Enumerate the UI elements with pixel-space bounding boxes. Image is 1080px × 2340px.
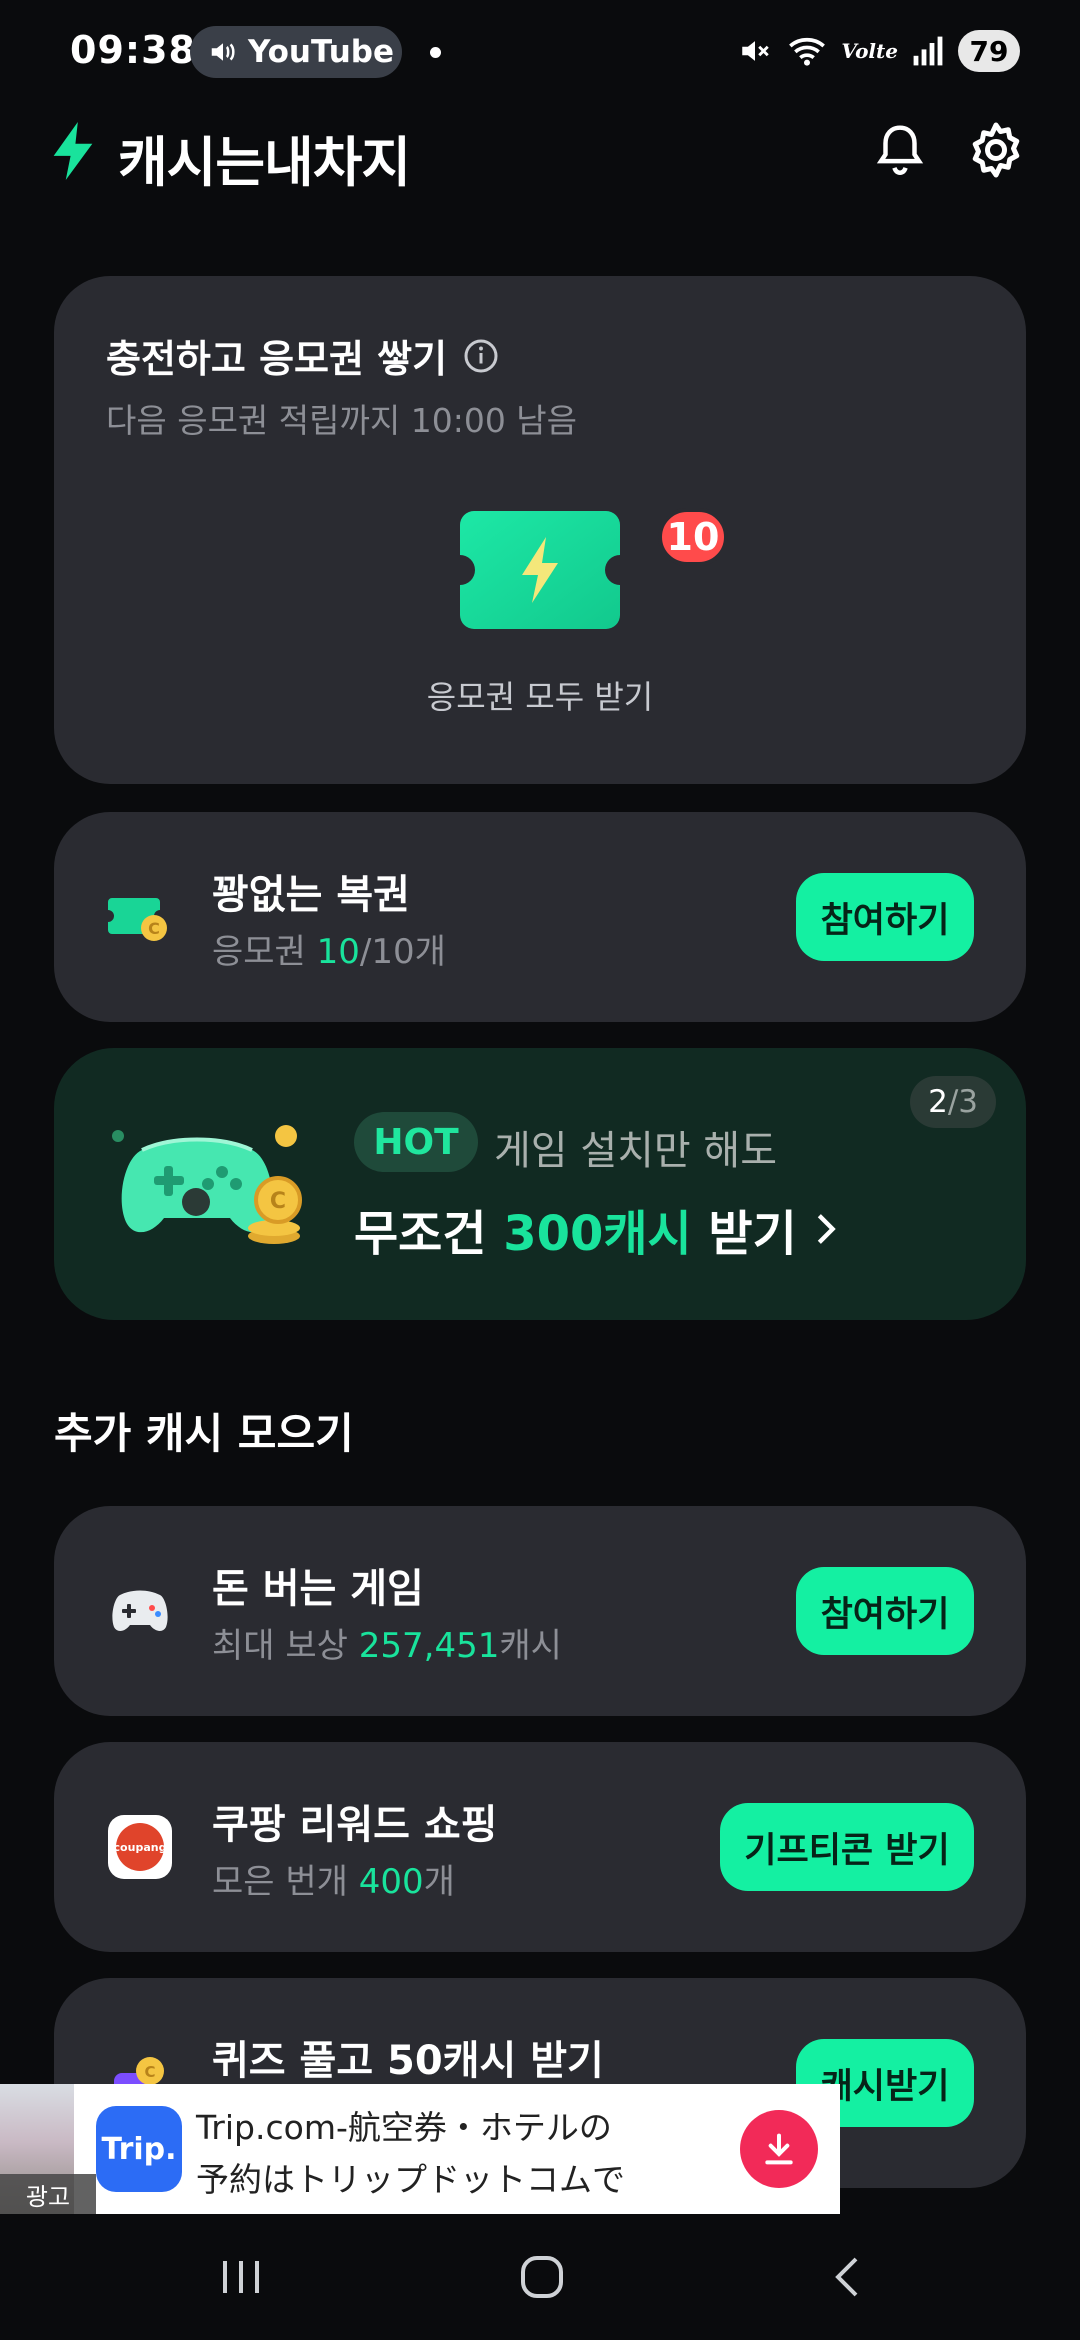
ad-banner[interactable]: 광고 Trip. Trip.com-航空券・ホテルの 予約はトリップドットコムで: [0, 2084, 840, 2214]
battery-level: 79: [958, 30, 1020, 72]
media-indicator[interactable]: YouTube: [190, 26, 402, 78]
coupang-sub-suffix: 개: [423, 1862, 455, 1902]
ticket-icon: [460, 511, 620, 629]
recent-apps-button[interactable]: [202, 2244, 282, 2310]
status-icons: Volte 79: [737, 30, 1020, 72]
money-game-sub-prefix: 최대 보상: [212, 1626, 359, 1666]
info-icon[interactable]: [463, 338, 499, 374]
money-game-join-button[interactable]: 참여하기: [796, 1567, 974, 1655]
ad-logo: Trip.: [96, 2106, 182, 2192]
money-game-subtitle: 최대 보상 257,451캐시: [212, 1618, 562, 1667]
money-game-sub-suffix: 캐시: [499, 1626, 562, 1666]
money-game-max-reward: 257,451: [358, 1626, 500, 1666]
ad-label: 광고: [0, 2174, 96, 2214]
notifications-button[interactable]: [868, 118, 932, 182]
coupang-icon-text: coupang: [114, 1841, 167, 1854]
mute-icon: [742, 41, 770, 61]
lottery-title: 꽝없는 복권: [212, 872, 410, 918]
banner-page-total: /3: [947, 1084, 978, 1120]
svg-text:C: C: [144, 2063, 155, 2081]
recent-apps-icon: [223, 2261, 259, 2293]
banner-line1: 게임 설치만 해도: [494, 1128, 778, 1174]
charge-card-title-row: 충전하고 응모권 쌓기: [106, 328, 499, 383]
notification-dot: [430, 47, 441, 58]
coupang-bolt-count: 400: [358, 1862, 424, 1902]
media-app-name: YouTube: [248, 34, 394, 70]
charge-card-subtitle: 다음 응모권 적립까지 10:00 남음: [106, 401, 578, 440]
coupang-subtitle: 모은 번개 400개: [212, 1854, 455, 1903]
signal-icon: [913, 36, 943, 66]
speaker-icon: [211, 43, 235, 61]
ticket-caption[interactable]: 응모권 모두 받기: [54, 672, 1026, 718]
svg-text:C: C: [148, 919, 160, 938]
ticket-button[interactable]: [460, 511, 620, 629]
ad-line1: Trip.com-航空券・ホテルの: [196, 2108, 612, 2147]
app-header: 캐시는내차지: [0, 110, 1080, 194]
lottery-sub-suffix: /10개: [359, 932, 446, 972]
back-icon: [835, 2257, 858, 2297]
lottery-sub-prefix: 응모권: [212, 932, 317, 972]
home-button[interactable]: [502, 2244, 582, 2310]
home-icon: [521, 2256, 563, 2298]
network-label: Volte: [841, 39, 898, 63]
banner-page-indicator: 2/3: [910, 1076, 996, 1128]
coupang-icon: coupang: [106, 1813, 174, 1881]
banner-line2-accent: 300캐시: [503, 1206, 692, 1262]
chevron-right-icon: [817, 1214, 836, 1244]
settings-button[interactable]: [964, 118, 1028, 182]
gifticon-button[interactable]: 기프티콘 받기: [720, 1803, 974, 1891]
ad-text: Trip.com-航空券・ホテルの 予約はトリップドットコムで: [196, 2102, 625, 2206]
system-nav-bar: [0, 2214, 1080, 2340]
lottery-ticket-current: 10: [316, 932, 360, 972]
bell-icon: [876, 125, 924, 175]
promo-banner[interactable]: C 2/3 HOT 게임 설치만 해도 무조건 300캐시 받기: [54, 1048, 1026, 1320]
ad-download-button[interactable]: [740, 2110, 818, 2188]
banner-line2-suffix: 받기: [691, 1206, 797, 1262]
quiz-title: 퀴즈 풀고 50캐시 받기: [212, 2038, 604, 2084]
lottery-ticket-icon: C: [106, 883, 174, 951]
extra-cash-section-title: 추가 캐시 모으기: [54, 1409, 354, 1458]
back-button[interactable]: [806, 2244, 886, 2310]
gamepad-icon: [106, 1577, 174, 1645]
app-title: 캐시는내차지: [118, 131, 411, 194]
coupang-title: 쿠팡 리워드 쇼핑: [212, 1802, 498, 1848]
charge-card-title: 충전하고 응모권 쌓기: [106, 337, 448, 381]
coupang-card: coupang 쿠팡 리워드 쇼핑 모은 번개 400개 기프티콘 받기: [54, 1742, 1026, 1952]
status-bar: 09:38 YouTube Volte 79: [0, 0, 1080, 104]
charge-tickets-card: 충전하고 응모권 쌓기 다음 응모권 적립까지 10:00 남음 10 응모권 …: [54, 276, 1026, 784]
lottery-subtitle: 응모권 10/10개: [212, 924, 446, 973]
gear-icon: [972, 122, 1020, 178]
gamepad-coins-illustration: C: [112, 1125, 302, 1244]
hot-badge: HOT: [354, 1112, 478, 1172]
coupang-sub-prefix: 모은 번개: [212, 1862, 359, 1902]
wifi-icon: [789, 37, 826, 66]
money-game-card: 돈 버는 게임 최대 보상 257,451캐시 참여하기: [54, 1506, 1026, 1716]
status-time: 09:38: [70, 28, 196, 72]
lottery-card: C 꽝없는 복권 응모권 10/10개 참여하기: [54, 812, 1026, 1022]
money-game-title: 돈 버는 게임: [212, 1566, 424, 1612]
banner-page-current: 2: [928, 1084, 948, 1120]
lottery-join-button[interactable]: 참여하기: [796, 873, 974, 961]
ticket-count-badge: 10: [658, 508, 728, 566]
download-icon: [765, 2133, 793, 2165]
banner-line2: 무조건 300캐시 받기: [354, 1194, 843, 1264]
svg-text:C: C: [270, 1189, 286, 1214]
ad-line2: 予約はトリップドットコムで: [196, 2160, 625, 2199]
banner-line2-prefix: 무조건: [354, 1206, 504, 1262]
bolt-icon: [53, 122, 93, 180]
